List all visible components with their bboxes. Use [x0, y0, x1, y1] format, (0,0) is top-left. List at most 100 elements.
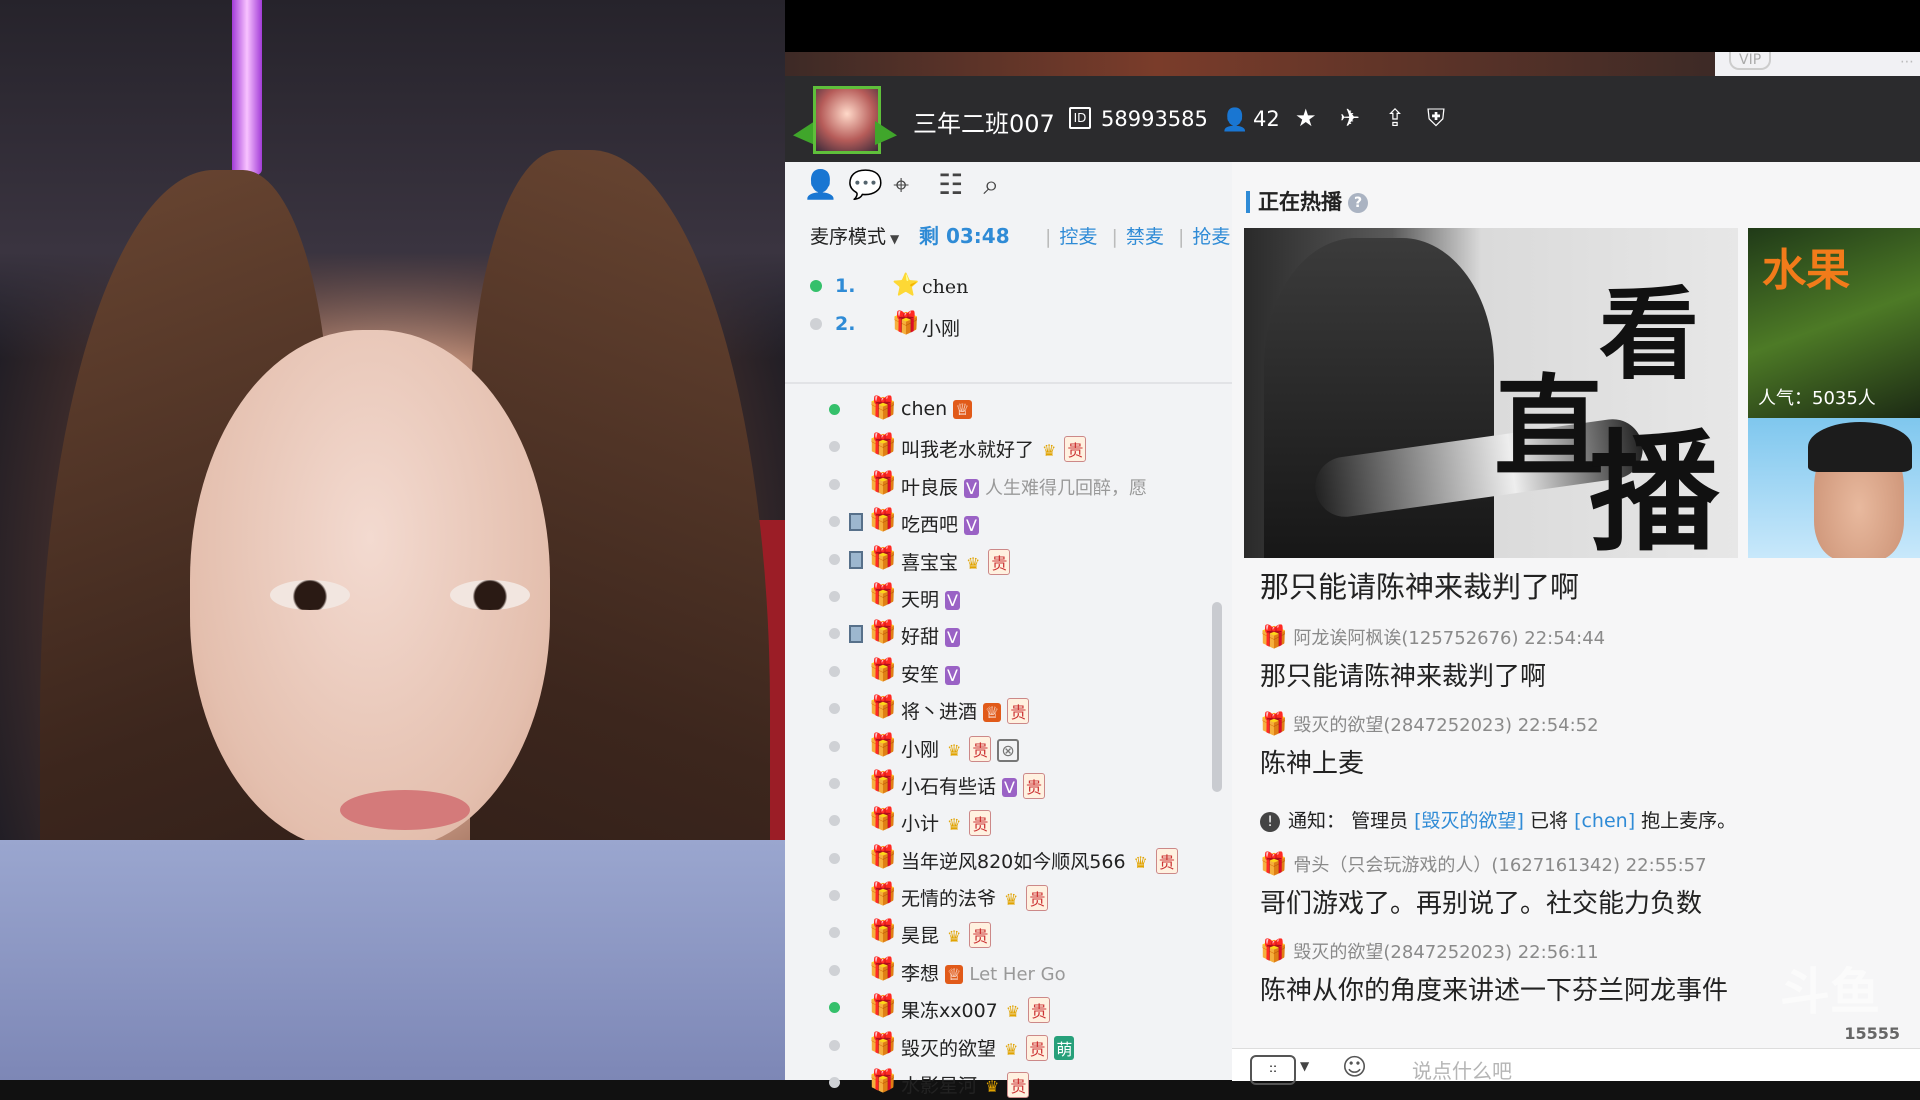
- hot-stream-thumb-1[interactable]: 水果 人气：5035人: [1748, 228, 1920, 418]
- chat-username[interactable]: 阿龙诶阿枫诶(125752676): [1293, 628, 1518, 649]
- notice-target-link[interactable]: [chen]: [1574, 810, 1635, 832]
- user-row[interactable]: 🎁 chen ♕: [829, 390, 1199, 427]
- status-dot: [829, 964, 840, 976]
- watermark-number: 15555: [1844, 1024, 1900, 1043]
- user-row[interactable]: 🎁 小石有些话 V 贵: [829, 764, 1199, 801]
- user-name-line: 安笙 V: [901, 660, 960, 687]
- room-header: 三年二班007 ID 58993585 👤 42 ★ ✈ ⇪ ⛨: [785, 76, 1920, 162]
- thumb-popularity: 人气：5035人: [1758, 388, 1876, 409]
- user-row[interactable]: 🎁 果冻xx007 ♛ 贵: [829, 988, 1199, 1025]
- user-name-line: 小刚 ♛ 贵 ⊗: [901, 735, 1019, 762]
- status-dot: [829, 740, 840, 752]
- chat-username[interactable]: 毁灭的欲望(2847252023): [1293, 715, 1512, 736]
- report-shield-icon[interactable]: ⛨: [1427, 104, 1445, 132]
- queue-item[interactable]: 2. 🎁 小刚: [810, 305, 1210, 343]
- notice-admin-link[interactable]: [毁灭的欲望]: [1414, 810, 1524, 832]
- search-icon[interactable]: ⌕: [983, 168, 1023, 202]
- favorite-star-icon[interactable]: ★: [1295, 104, 1317, 132]
- mic-icon: [849, 625, 863, 644]
- vip-icon: V: [945, 665, 960, 685]
- rank-badge-icon: ⭐: [892, 273, 920, 298]
- streamer-shirt: [0, 840, 785, 1080]
- chat-username[interactable]: 骨头（只会玩游戏的人）(1627161342): [1293, 855, 1620, 876]
- mic-mode-select[interactable]: 麦序模式 ▼: [810, 222, 899, 249]
- crown-icon: ♛: [947, 740, 962, 760]
- emote-button[interactable]: ::: [1250, 1055, 1296, 1085]
- user-row[interactable]: 🎁 水影星河 ♛ 贵: [829, 1063, 1199, 1100]
- location-pin-icon[interactable]: ⌖: [893, 168, 933, 202]
- user-row[interactable]: 🎁 李想 ♕ Let Her Go: [829, 951, 1199, 988]
- user-row[interactable]: 🎁 将丶进酒 ♕ 贵: [829, 689, 1199, 726]
- control-mic-link[interactable]: 控麦: [1059, 226, 1097, 248]
- ban-mic-link[interactable]: 禁麦: [1126, 226, 1164, 248]
- noble-badge-icon: 贵: [1064, 436, 1087, 463]
- user-row[interactable]: 🎁 叫我老水就好了 ♛ 贵: [829, 427, 1199, 464]
- meng-badge-icon: 萌: [1054, 1035, 1075, 1060]
- chat-meta: 🎁 骨头（只会玩游戏的人）(1627161342) 22:55:57: [1260, 851, 1910, 877]
- vip-icon: VIP: [1729, 52, 1772, 70]
- noble-badge-icon: 贵: [1022, 772, 1045, 799]
- user-name: 好甜: [901, 626, 940, 649]
- anchor-name[interactable]: 三年二班007: [913, 104, 1055, 139]
- rank-badge-icon: 🎁: [869, 732, 897, 758]
- chat-meta: 🎁 阿龙诶阿枫诶(125752676) 22:54:44: [1260, 624, 1910, 650]
- user-name-line: 当年逆风820如今顺风566 ♛ 贵: [901, 847, 1178, 874]
- plane-icon[interactable]: ✈: [1340, 104, 1360, 132]
- vip-icon: V: [945, 590, 960, 610]
- rank-badge-icon: 🎁: [892, 311, 920, 336]
- user-signature: 人生难得几回醉，愿: [984, 477, 1147, 499]
- user-row[interactable]: 🎁 当年逆风820如今顺风566 ♛ 贵: [829, 839, 1199, 876]
- smiley-icon[interactable]: ☺: [1342, 1053, 1367, 1081]
- noble-badge-icon: 贵: [969, 735, 992, 762]
- status-dot: [829, 815, 840, 827]
- vip-icon: V: [945, 628, 960, 648]
- user-name: 吃西吧: [901, 514, 959, 537]
- share-icon[interactable]: ⇪: [1385, 104, 1405, 132]
- user-badge-icon: 🎁: [1260, 625, 1288, 650]
- rank-badge-icon: 🎁: [869, 582, 897, 608]
- left-eye: [270, 580, 350, 610]
- rank-badge-icon: 🎁: [869, 769, 897, 795]
- vip-icon: V: [964, 516, 979, 536]
- noble-badge-icon: 贵: [1026, 885, 1049, 912]
- user-row[interactable]: 🎁 喜宝宝 ♛ 贵: [829, 540, 1199, 577]
- user-row[interactable]: 🎁 小刚 ♛ 贵 ⊗: [829, 727, 1199, 764]
- user-icon[interactable]: 👤: [803, 168, 843, 201]
- grab-mic-link[interactable]: 抢麦: [1192, 226, 1230, 248]
- hero-calligraphy-1: 直: [1494, 363, 1604, 492]
- mic-timer: 剩 03:48: [919, 224, 1010, 248]
- user-name: chen: [901, 398, 948, 420]
- user-row[interactable]: 🎁 吃西吧 V: [829, 502, 1199, 539]
- hot-stream-thumb-2[interactable]: [1748, 418, 1920, 558]
- anchor-avatar[interactable]: [813, 86, 881, 154]
- neon-lamp: [232, 0, 262, 175]
- hot-stream-hero[interactable]: 直 看 播: [1244, 228, 1738, 558]
- chat-username[interactable]: 毁灭的欲望(2847252023): [1293, 942, 1512, 963]
- user-name-line: 天明 V: [901, 585, 960, 612]
- user-row[interactable]: 🎁 天明 V: [829, 577, 1199, 614]
- user-row[interactable]: 🎁 安笙 V: [829, 652, 1199, 689]
- rank-badge-icon: 🎁: [869, 470, 897, 496]
- user-row[interactable]: 🎁 小计 ♛ 贵: [829, 801, 1199, 838]
- user-row[interactable]: 🎁 无情的法爷 ♛ 贵: [829, 876, 1199, 913]
- queue-name: chen: [922, 276, 969, 298]
- status-dot: [829, 404, 840, 415]
- more-icon[interactable]: ⋯: [1900, 54, 1914, 70]
- user-row[interactable]: 🎁 叶良辰 V 人生难得几回醉，愿: [829, 465, 1199, 502]
- user-row[interactable]: 🎁 毁灭的欲望 ♛ 贵萌: [829, 1026, 1199, 1063]
- rank-badge-icon: 🎁: [869, 994, 897, 1020]
- user-row[interactable]: 🎁 昊昆 ♛ 贵: [829, 913, 1199, 950]
- user-row[interactable]: 🎁 好甜 V: [829, 614, 1199, 651]
- queue-item[interactable]: 1. ⭐ chen: [810, 267, 1210, 305]
- chat-bubble-icon[interactable]: 💬: [848, 168, 888, 201]
- viewer-icon: 👤: [1221, 108, 1249, 133]
- ring-icon: ⊗: [997, 738, 1019, 762]
- rank-badge-icon: 🎁: [869, 1031, 897, 1057]
- help-icon[interactable]: ?: [1348, 193, 1368, 213]
- user-name: 天明: [901, 588, 940, 611]
- user-name-line: 昊昆 ♛ 贵: [901, 921, 992, 949]
- chevron-down-icon[interactable]: ▼: [1300, 1059, 1309, 1073]
- list-icon[interactable]: ☷: [938, 168, 978, 201]
- user-list-scrollbar[interactable]: [1212, 602, 1222, 792]
- status-dot: [829, 1002, 840, 1014]
